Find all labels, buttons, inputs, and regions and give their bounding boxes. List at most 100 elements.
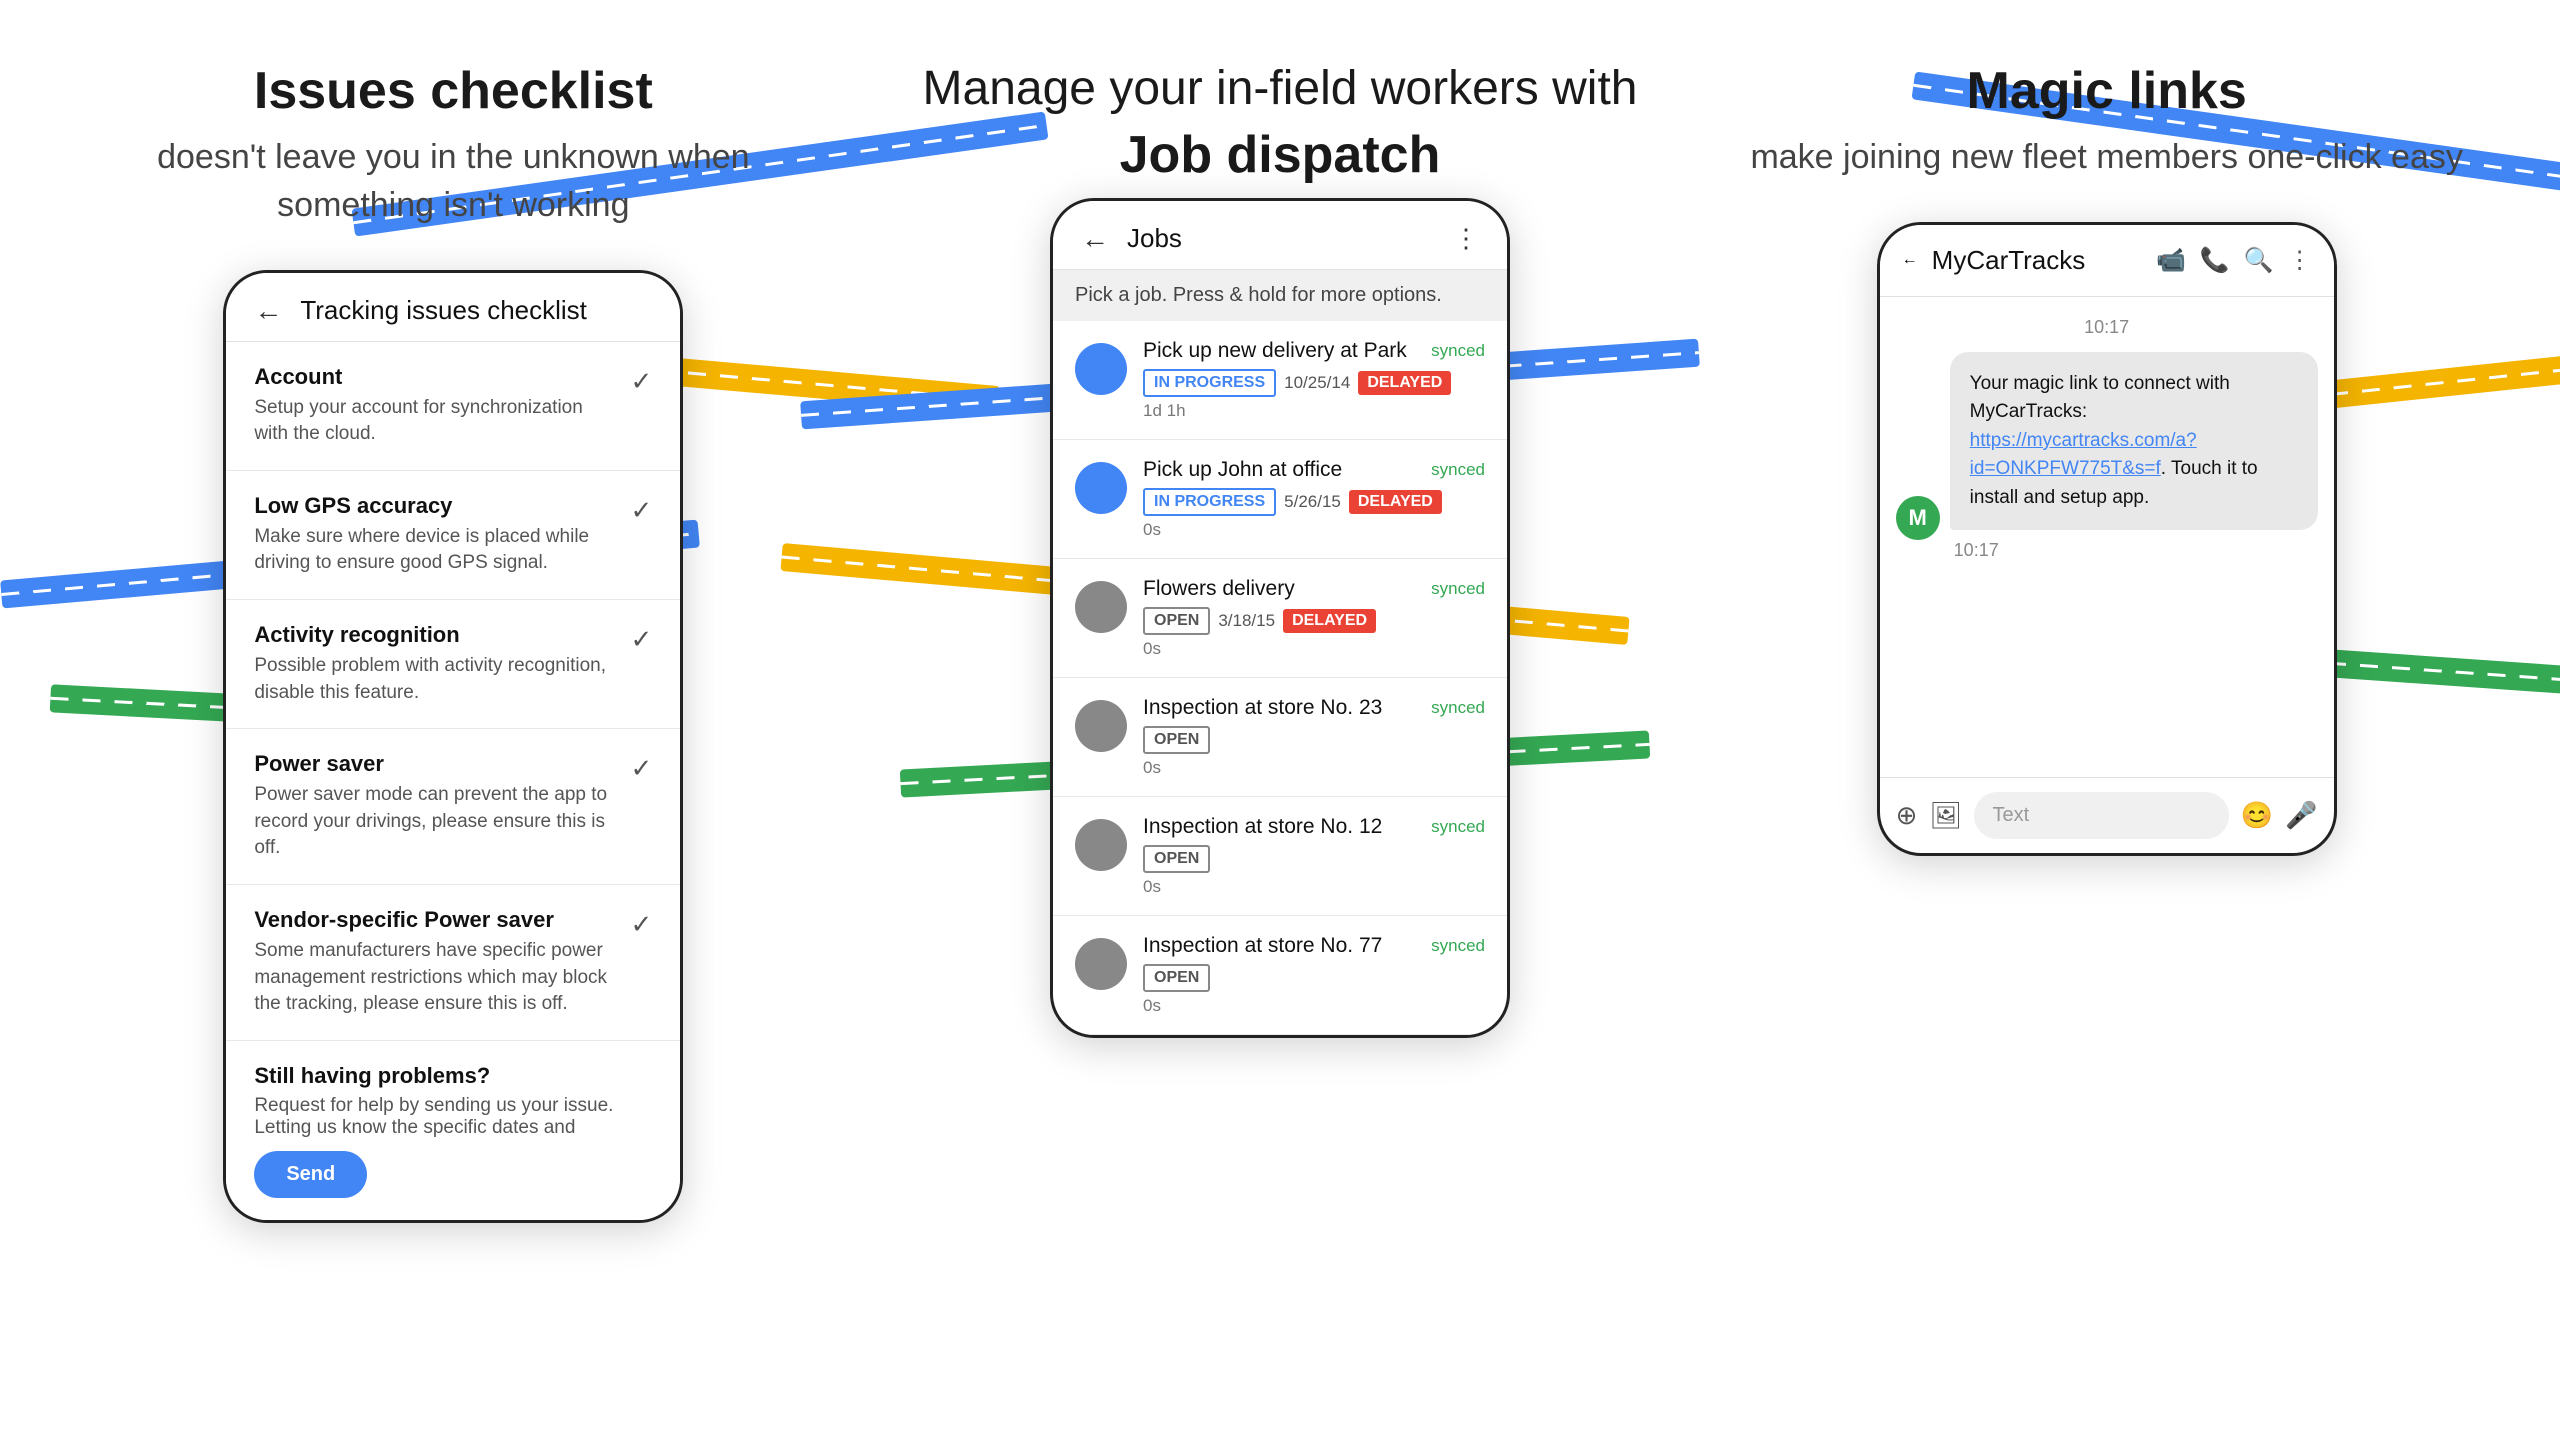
column-magic: Magic links make joining new fleet membe…: [1733, 60, 2480, 856]
job-avatar-5: [1075, 819, 1127, 871]
item-desc-vendor: Some manufacturers have specific power m…: [254, 938, 616, 1018]
check-icon-account: ✓: [631, 366, 653, 397]
job-time-5: 0s: [1143, 877, 1485, 897]
job-item-3[interactable]: Flowers delivery synced OPEN 3/18/15 DEL…: [1053, 559, 1507, 678]
item-title-power: Power saver: [254, 751, 616, 777]
msg-timestamp-2: 10:17: [1896, 540, 2318, 561]
checklist-list: Account Setup your account for synchroni…: [226, 342, 680, 1220]
column-checklist: Issues checklist doesn't leave you in th…: [80, 60, 827, 1223]
checklist-item-activity: Activity recognition Possible problem wi…: [226, 600, 680, 729]
message-input[interactable]: Text: [1974, 792, 2228, 839]
job-item-5[interactable]: Inspection at store No. 12 synced OPEN 0…: [1053, 797, 1507, 916]
job-item-2[interactable]: Pick up John at office synced IN PROGRES…: [1053, 440, 1507, 559]
job-item-6[interactable]: Inspection at store No. 77 synced OPEN 0…: [1053, 916, 1507, 1035]
item-title-gps: Low GPS accuracy: [254, 493, 616, 519]
checklist-heading: Issues checklist: [254, 60, 653, 122]
tag-delayed-1: DELAYED: [1358, 371, 1451, 395]
check-icon-gps: ✓: [631, 495, 653, 526]
sender-avatar: M: [1896, 496, 1940, 540]
avatar-letter: M: [1909, 505, 1927, 531]
jobs-heading-bold: Job dispatch: [1120, 124, 1441, 186]
job-synced-4: synced: [1431, 698, 1485, 718]
checklist-item-power: Power saver Power saver mode can prevent…: [226, 729, 680, 885]
video-call-icon[interactable]: 📹: [2156, 246, 2186, 275]
jobs-heading-normal: Manage your in-field workers with: [923, 60, 1638, 118]
tag-open-6: OPEN: [1143, 964, 1210, 992]
item-desc-gps: Make sure where device is placed while d…: [254, 524, 616, 577]
tag-delayed-2: DELAYED: [1349, 490, 1442, 514]
magic-heading: Magic links: [1967, 60, 2247, 122]
emoji-icon[interactable]: 😊: [2241, 800, 2273, 831]
job-avatar-1: [1075, 343, 1127, 395]
back-arrow-icon[interactable]: ←: [254, 295, 282, 327]
magic-subheading: make joining new fleet members one-click…: [1750, 134, 2462, 182]
magic-link[interactable]: https://mycartracks.com/a?id=ONKPFW775T&…: [1970, 430, 2197, 480]
check-icon-activity: ✓: [631, 624, 653, 655]
still-problems-section: Still having problems? Request for help …: [226, 1041, 680, 1220]
check-icon-power: ✓: [631, 753, 653, 784]
jobs-back-arrow-icon[interactable]: ←: [1081, 223, 1109, 255]
send-button[interactable]: Send: [254, 1151, 367, 1198]
item-title-vendor: Vendor-specific Power saver: [254, 907, 616, 933]
job-time-4: 0s: [1143, 758, 1485, 778]
tag-in-progress-1: IN PROGRESS: [1143, 369, 1276, 397]
job-synced-3: synced: [1431, 579, 1485, 599]
checklist-item-gps: Low GPS accuracy Make sure where device …: [226, 471, 680, 600]
messages-footer: ⊕ 🖼 Text 😊 🎤: [1880, 777, 2334, 853]
column-jobs: Manage your in-field workers with Job di…: [907, 60, 1654, 1038]
messages-body: 10:17 M Your magic link to connect with …: [1880, 297, 2334, 777]
job-title-3: Flowers delivery: [1143, 577, 1295, 601]
job-synced-5: synced: [1431, 817, 1485, 837]
checklist-phone-title: Tracking issues checklist: [300, 295, 652, 326]
still-problems-desc: Request for help by sending us your issu…: [254, 1095, 652, 1139]
jobs-phone-title: Jobs: [1127, 223, 1453, 254]
checklist-item-vendor: Vendor-specific Power saver Some manufac…: [226, 885, 680, 1041]
more-options-icon[interactable]: ⋮: [2288, 246, 2312, 275]
mic-icon[interactable]: 🎤: [2285, 800, 2317, 831]
page-wrapper: Issues checklist doesn't leave you in th…: [0, 0, 2560, 1440]
search-icon[interactable]: 🔍: [2244, 246, 2274, 275]
job-avatar-6: [1075, 938, 1127, 990]
check-icon-vendor: ✓: [631, 909, 653, 940]
messages-header: ← MyCarTracks 📹 📞 🔍 ⋮: [1880, 225, 2334, 297]
job-avatar-4: [1075, 700, 1127, 752]
item-title-account: Account: [254, 364, 616, 390]
job-avatar-2: [1075, 462, 1127, 514]
item-desc-activity: Possible problem with activity recogniti…: [254, 653, 616, 706]
job-synced-1: synced: [1431, 341, 1485, 361]
magic-phone-title: MyCarTracks: [1932, 245, 2142, 276]
jobs-phone-header: ← Jobs ⋮: [1053, 201, 1507, 270]
item-title-activity: Activity recognition: [254, 622, 616, 648]
job-synced-6: synced: [1431, 936, 1485, 956]
tag-open-5: OPEN: [1143, 845, 1210, 873]
msg-bubble-1: Your magic link to connect with MyCarTra…: [1950, 352, 2318, 531]
image-icon[interactable]: 🖼: [1929, 800, 1962, 831]
tag-in-progress-2: IN PROGRESS: [1143, 488, 1276, 516]
checklist-phone-header: ← Tracking issues checklist: [226, 273, 680, 342]
job-date-2: 5/26/15: [1284, 492, 1341, 512]
tag-open-4: OPEN: [1143, 726, 1210, 754]
tag-open-3: OPEN: [1143, 607, 1210, 635]
job-item-4[interactable]: Inspection at store No. 23 synced OPEN 0…: [1053, 678, 1507, 797]
job-title-1: Pick up new delivery at Park: [1143, 339, 1407, 363]
msg-timestamp-1: 10:17: [1896, 317, 2318, 338]
magic-back-arrow-icon[interactable]: ←: [1902, 251, 1918, 269]
jobs-phone: ← Jobs ⋮ Pick a job. Press & hold for mo…: [1050, 198, 1510, 1038]
jobs-more-icon[interactable]: ⋮: [1453, 223, 1479, 254]
phone-call-icon[interactable]: 📞: [2200, 246, 2230, 275]
item-desc-power: Power saver mode can prevent the app to …: [254, 782, 616, 862]
job-title-6: Inspection at store No. 77: [1143, 934, 1382, 958]
job-item-1[interactable]: Pick up new delivery at Park synced IN P…: [1053, 321, 1507, 440]
job-date-1: 10/25/14: [1284, 373, 1350, 393]
add-attachment-icon[interactable]: ⊕: [1896, 800, 1918, 831]
job-avatar-3: [1075, 581, 1127, 633]
checklist-item-account: Account Setup your account for synchroni…: [226, 342, 680, 471]
job-time-2: 0s: [1143, 520, 1485, 540]
magic-phone: ← MyCarTracks 📹 📞 🔍 ⋮ 10:17 M Your magic…: [1877, 222, 2337, 856]
jobs-hint: Pick a job. Press & hold for more option…: [1053, 270, 1507, 321]
job-date-3: 3/18/15: [1218, 611, 1275, 631]
job-title-4: Inspection at store No. 23: [1143, 696, 1382, 720]
item-desc-account: Setup your account for synchronization w…: [254, 395, 616, 448]
job-time-6: 0s: [1143, 996, 1485, 1016]
still-problems-title: Still having problems?: [254, 1063, 652, 1089]
